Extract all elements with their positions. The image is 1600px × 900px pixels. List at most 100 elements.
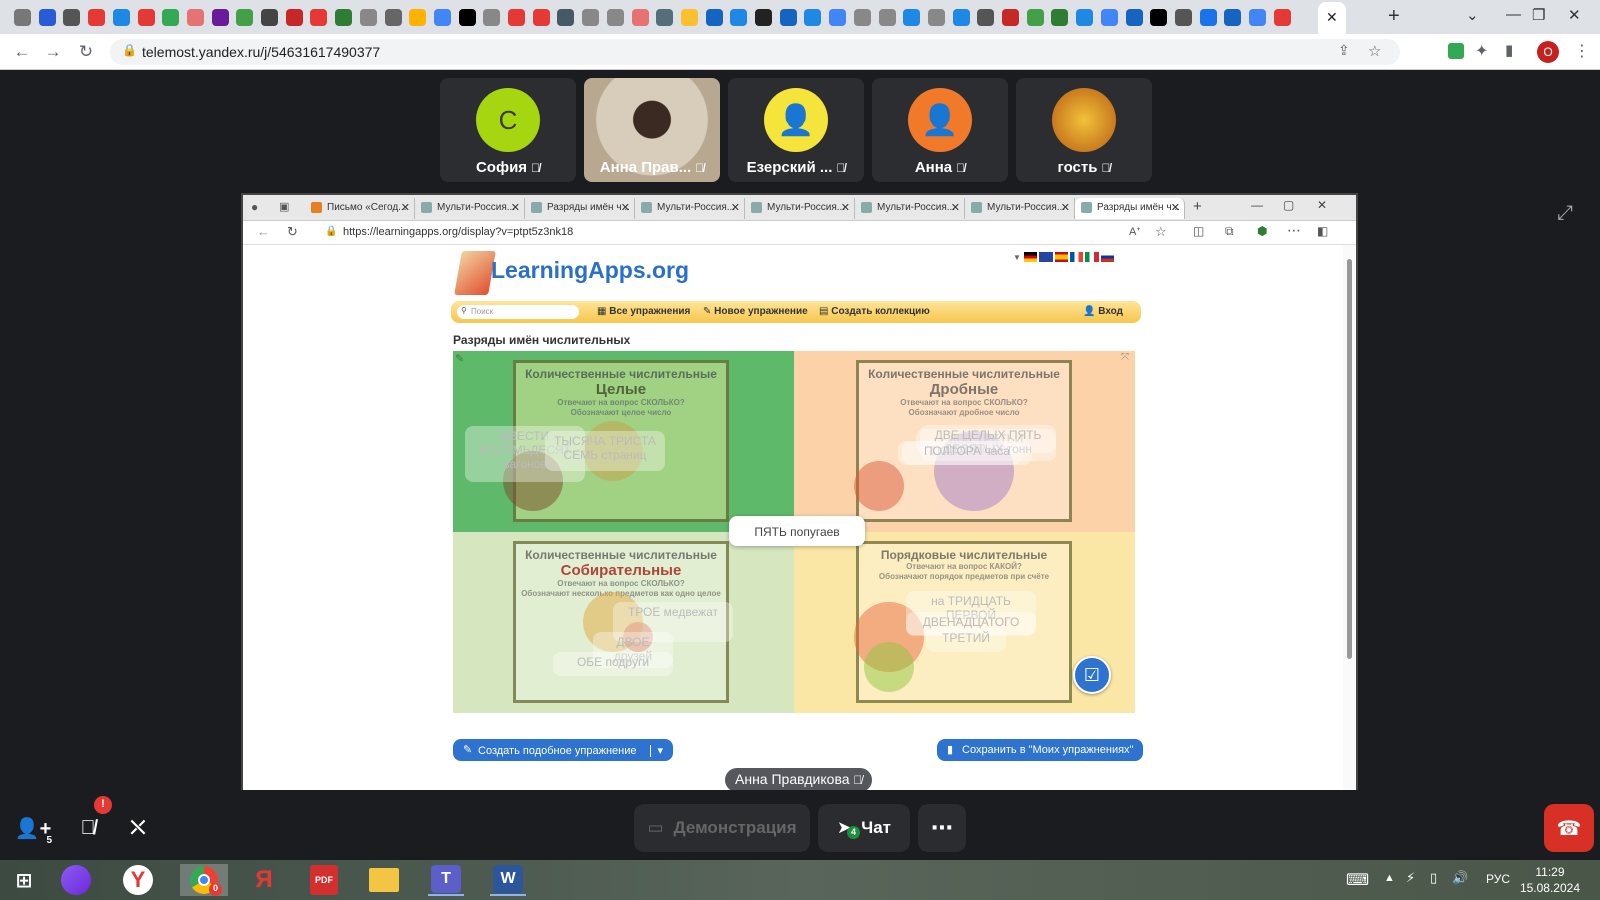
edge-tab[interactable]: Мульти-Россия... ✕ <box>635 198 745 219</box>
tab-favicon[interactable] <box>409 9 427 26</box>
language-flags[interactable] <box>1024 252 1114 262</box>
read-aloud-icon[interactable]: Aᐩ <box>1129 225 1141 238</box>
tab-favicon[interactable] <box>261 9 278 26</box>
restore-icon[interactable]: ❐ <box>1532 6 1545 24</box>
sidebar-icon[interactable]: ◧ <box>1317 224 1328 238</box>
tab-favicon[interactable] <box>1174 9 1192 26</box>
participant-tile[interactable]: 👤 Езерский ... 🎙̸ <box>728 78 864 182</box>
yandex-icon[interactable]: Я <box>246 864 282 896</box>
alice-icon[interactable] <box>61 865 91 895</box>
tab-favicon[interactable] <box>606 9 624 26</box>
ghost-answer-chip[interactable]: ТРЕТИЙ <box>926 628 1006 652</box>
word-icon[interactable]: W <box>493 865 523 893</box>
back-icon[interactable]: ← <box>12 42 32 62</box>
category-drop-zone[interactable]: Количественные числительные Целые Отвеча… <box>453 351 794 532</box>
tab-favicon[interactable] <box>1076 9 1094 26</box>
edge-tab[interactable]: Разряды имён ч... ✕ <box>1075 198 1185 219</box>
edge-restore-icon[interactable]: ▢ <box>1283 198 1294 212</box>
share-icon[interactable]: ⇪ <box>1338 42 1350 59</box>
edge-tab-close-icon[interactable]: ✕ <box>1171 201 1180 214</box>
end-call-button[interactable]: ☎ <box>1544 804 1594 852</box>
scrollbar[interactable] <box>1343 245 1356 792</box>
tab-favicon[interactable] <box>582 9 600 26</box>
tab-favicon[interactable] <box>1026 9 1044 26</box>
tab-favicon[interactable] <box>1199 9 1217 26</box>
tab-favicon[interactable] <box>14 9 31 26</box>
edge-tab-close-icon[interactable]: ✕ <box>841 201 850 214</box>
edge-tab-close-icon[interactable]: ✕ <box>511 201 520 214</box>
tab-favicon[interactable] <box>927 9 945 26</box>
tab-favicon[interactable] <box>458 9 476 26</box>
mic-toggle-button[interactable]: 🎙̸! <box>66 796 112 852</box>
participant-tile[interactable]: 👤 Анна 🎙̸ <box>872 78 1008 182</box>
edge-minimize-icon[interactable]: — <box>1251 198 1263 212</box>
more-button[interactable]: ⋯ <box>918 804 966 852</box>
category-drop-zone[interactable]: Количественные числительные Собирательны… <box>453 532 794 713</box>
drag-item[interactable]: ПЯТЬ попугаев <box>729 516 865 546</box>
add-participant-button[interactable]: 👤+ 5 <box>10 804 56 852</box>
edge-tab[interactable]: Мульти-Россия... ✕ <box>965 198 1075 219</box>
tab-favicon[interactable] <box>63 9 81 26</box>
check-answer-button[interactable]: ☑ <box>1073 656 1111 694</box>
chat-button[interactable]: ➤ 4 Чат <box>818 804 910 852</box>
tab-favicon[interactable] <box>1249 9 1266 26</box>
edge-star-icon[interactable]: ☆ <box>1155 224 1167 240</box>
sidepanel-icon[interactable]: ▮ <box>1505 41 1513 59</box>
tab-favicon[interactable] <box>483 9 501 26</box>
edit-icon[interactable]: ✎ <box>455 352 464 365</box>
tab-favicon[interactable] <box>730 9 748 26</box>
tab-favicon[interactable] <box>384 9 402 26</box>
edge-back-icon[interactable]: ← <box>257 224 270 239</box>
tab-favicon[interactable] <box>705 9 723 26</box>
tab-favicon[interactable] <box>532 9 550 26</box>
teams-icon[interactable]: T <box>431 865 461 893</box>
login-link[interactable]: 👤 Вход <box>1083 306 1123 317</box>
site-search-input[interactable]: ⚲ Поиск <box>457 305 579 319</box>
minimize-icon[interactable]: — <box>1506 6 1521 23</box>
edge-tab[interactable]: Мульти-Россия... ✕ <box>415 198 525 219</box>
expand-icon[interactable]: ⤧ <box>1121 352 1129 363</box>
clock[interactable]: 11:29 15.08.2024 <box>1520 864 1580 896</box>
menu-icon[interactable]: ⋮ <box>1574 41 1590 61</box>
tab-favicon[interactable] <box>508 9 525 26</box>
chrome-taskbar-icon[interactable]: 0 <box>180 864 228 896</box>
file-explorer-icon[interactable] <box>369 868 399 892</box>
create-similar-button[interactable]: ✎ Создать подобное упражнение ▾ <box>453 739 674 761</box>
tab-favicon[interactable] <box>1125 9 1143 26</box>
language-indicator[interactable]: РУС <box>1486 872 1510 886</box>
collections-icon[interactable]: ⧉ <box>1225 224 1234 239</box>
edge-tab-close-icon[interactable]: ✕ <box>731 201 740 214</box>
tab-favicon[interactable] <box>755 9 772 26</box>
edge-tab[interactable]: Письмо «Сегод... ✕ <box>305 198 415 219</box>
tab-favicon[interactable] <box>1100 9 1118 26</box>
tab-favicon[interactable] <box>1150 9 1168 26</box>
edge-tab[interactable]: Мульти-Россия... ✕ <box>855 198 965 219</box>
tab-favicon[interactable] <box>1224 9 1242 26</box>
ghost-answer-chip[interactable]: ТЫСЯЧА ТРИСТА СЕМЬ страниц <box>545 431 665 471</box>
pdf-icon[interactable]: PDF <box>310 865 338 895</box>
tab-favicon[interactable] <box>878 9 896 26</box>
battery-icon[interactable]: ▯ <box>1430 870 1437 886</box>
nav-all-exercises[interactable]: ▦ Все упражнения <box>597 306 690 317</box>
tab-favicon[interactable] <box>335 9 353 26</box>
tab-favicon[interactable] <box>38 9 56 26</box>
network-icon[interactable]: ⚡ <box>1406 870 1415 886</box>
participant-tile[interactable]: гость 🎙̸ <box>1016 78 1152 182</box>
tab-favicon[interactable] <box>88 9 106 26</box>
tab-favicon[interactable] <box>656 9 674 26</box>
tab-favicon[interactable] <box>952 9 970 26</box>
lang-dropdown-icon[interactable]: ▼ <box>1013 253 1021 262</box>
edge-url[interactable]: https://learningapps.org/display?v=ptpt5… <box>343 226 573 238</box>
edge-reload-icon[interactable]: ↻ <box>287 224 298 240</box>
url-field[interactable]: 🔒 telemost.yandex.ru/j/54631617490377 ☆ … <box>110 39 1400 65</box>
new-tab-icon[interactable]: + <box>1388 5 1400 28</box>
tab-favicon[interactable] <box>829 9 847 26</box>
tab-favicon[interactable] <box>1051 9 1069 26</box>
tab-favicon[interactable] <box>310 9 328 26</box>
extension-icon-edge[interactable]: ⬢ <box>1257 224 1267 238</box>
screen-share-button[interactable]: ▭ Демонстрация <box>634 804 810 852</box>
tab-favicon[interactable] <box>137 9 155 26</box>
tab-favicon[interactable] <box>162 9 180 26</box>
category-drop-zone[interactable]: Количественные числительные Дробные Отве… <box>794 351 1135 532</box>
edge-tab-close-icon[interactable]: ✕ <box>621 201 630 214</box>
